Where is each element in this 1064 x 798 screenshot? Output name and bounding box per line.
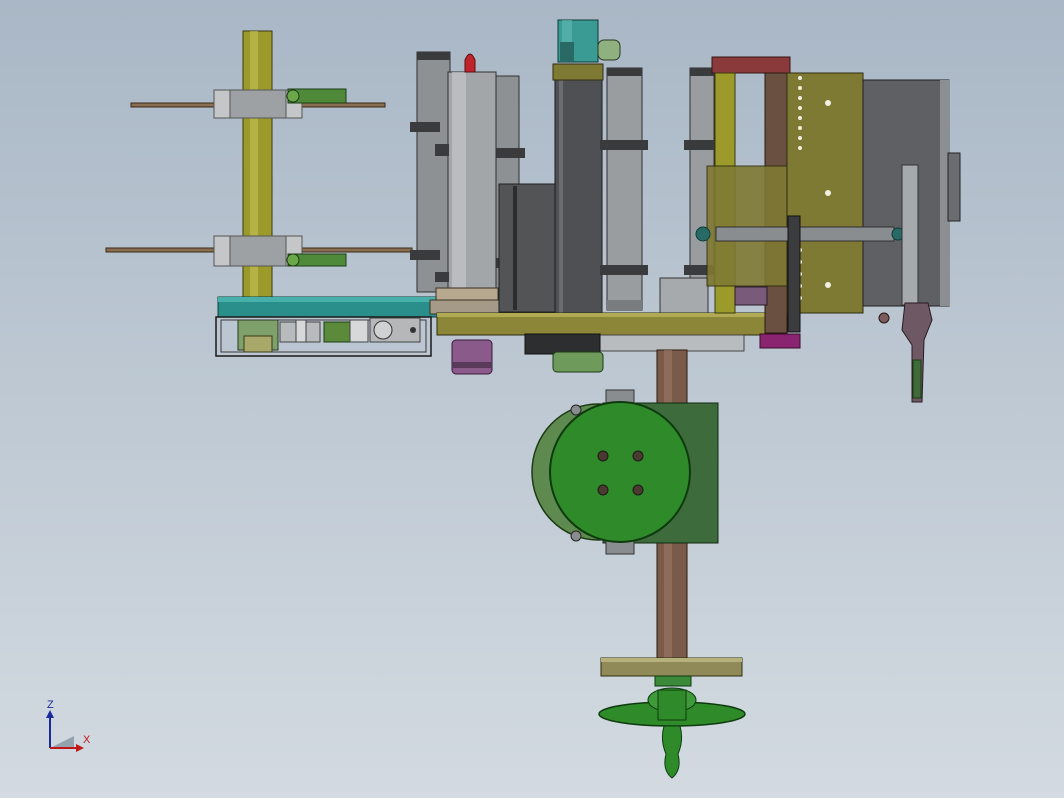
purple-block xyxy=(734,286,768,306)
magenta-block xyxy=(759,333,801,349)
gray-slide xyxy=(597,334,745,352)
left-base-assembly[interactable] xyxy=(215,296,441,357)
bolt-1 xyxy=(597,450,609,462)
maroon-top-bar xyxy=(711,56,791,74)
dark-block-left xyxy=(498,183,558,313)
assembly-drawing[interactable] xyxy=(0,0,1064,798)
motor-fitting xyxy=(597,39,621,61)
z-axis-arrow xyxy=(46,710,54,718)
left-spindle-assembly[interactable] xyxy=(105,30,413,302)
bolt-2 xyxy=(632,450,644,462)
dark-bracket xyxy=(787,215,801,333)
motor-disc xyxy=(549,401,691,543)
handwheel-handle xyxy=(661,725,683,779)
bolt-4 xyxy=(632,484,644,496)
bolt-3 xyxy=(597,484,609,496)
green-motor-assembly[interactable] xyxy=(531,389,719,555)
handwheel-assembly[interactable] xyxy=(598,657,746,779)
red-cap xyxy=(464,53,476,73)
cad-viewport[interactable]: Z X xyxy=(0,0,1064,798)
coordinate-triad xyxy=(46,710,84,752)
x-axis-label: X xyxy=(83,734,91,746)
guide-rod xyxy=(715,226,895,242)
right-cylinders[interactable] xyxy=(600,67,715,315)
olive-cap xyxy=(552,63,604,81)
vertical-rod-right xyxy=(901,164,919,306)
small-box xyxy=(659,277,709,315)
olive-base-plate[interactable] xyxy=(436,312,788,375)
olive-side-plate xyxy=(706,165,798,287)
black-gear xyxy=(524,333,601,355)
z-axis-label: Z xyxy=(47,699,54,711)
purple-pulley xyxy=(451,339,493,375)
